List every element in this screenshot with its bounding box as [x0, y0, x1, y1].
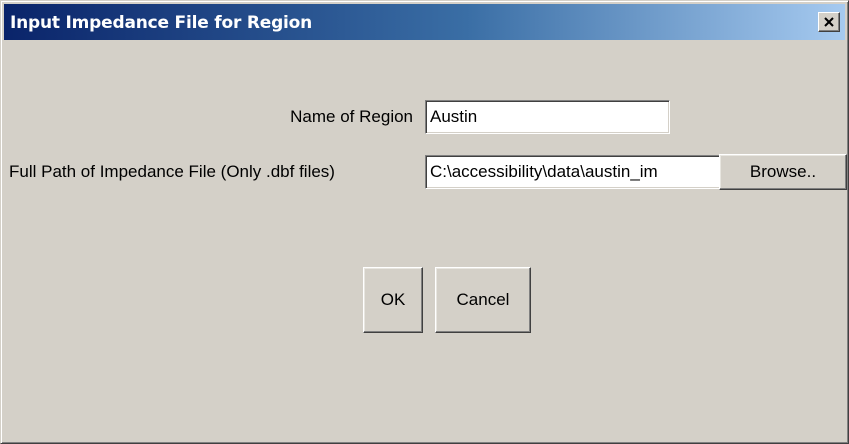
title-bar[interactable]: Input Impedance File for Region [4, 4, 845, 40]
impedance-path-input[interactable]: C:\accessibility\data\austin_im [425, 155, 721, 189]
dialog-window: Input Impedance File for Region Name of … [0, 0, 849, 444]
impedance-path-label: Full Path of Impedance File (Only .dbf f… [9, 162, 335, 181]
close-button[interactable] [818, 12, 840, 32]
cancel-button[interactable]: Cancel [435, 267, 531, 333]
ok-button[interactable]: OK [363, 267, 423, 333]
dialog-title: Input Impedance File for Region [10, 13, 313, 33]
region-name-input[interactable]: Austin [425, 100, 670, 134]
browse-button[interactable]: Browse.. [719, 154, 847, 190]
close-icon [824, 17, 834, 27]
region-name-label: Name of Region [290, 107, 413, 126]
